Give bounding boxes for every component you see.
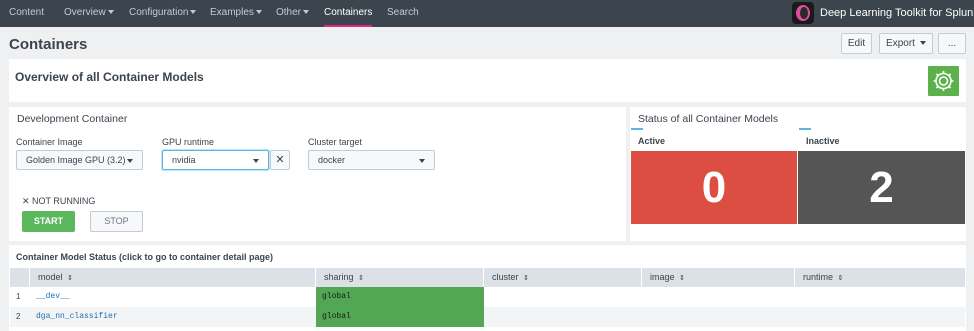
dev-panel-title: Development Container [17,113,128,125]
sort-icon: ⇕ [523,275,529,282]
active-count-value[interactable]: 0 [631,151,797,224]
edit-button[interactable]: Edit [841,33,872,54]
cluster-target-select[interactable]: docker [308,150,435,170]
nav-containers[interactable]: Containers [324,0,373,27]
nav-containers-label: Containers [324,7,373,18]
model-cell[interactable]: __dev__ [30,287,316,307]
container-image-value: Golden Image GPU (3.2) [26,155,126,165]
column-header-model[interactable]: model ⇕ [30,268,316,287]
inactive-label: Inactive [806,136,840,146]
column-header-runtime-label: runtime [803,272,834,282]
nav-other-label: Other [276,7,302,18]
nav-search-label: Search [387,7,419,18]
model-cell[interactable]: dga_nn_classifier [30,307,316,327]
sort-icon: ⇕ [67,275,73,282]
overview-panel: Overview of all Container Models [9,59,966,102]
sort-icon: ⇕ [358,275,364,282]
more-actions-label: ... [947,38,957,49]
gpu-runtime-value: nvidia [172,155,196,165]
column-header-sharing-label: sharing [324,272,354,282]
logo-shape-inner [800,7,808,19]
active-tab-indicator [324,25,373,27]
stop-button[interactable]: STOP [90,211,143,232]
column-header-model-label: model [38,272,63,282]
nav-configuration[interactable]: Configuration [129,0,197,27]
nav-content[interactable]: Content [9,0,44,27]
edit-button-label: Edit [847,38,866,49]
cluster-target-label: Cluster target [308,137,363,147]
app-logo[interactable] [792,2,814,24]
nav-search[interactable]: Search [387,0,419,27]
column-header-image-label: image [650,272,675,282]
settings-button[interactable] [928,66,959,96]
nav-overview-label: Overview [64,7,106,18]
nav-overview[interactable]: Overview [64,0,114,27]
gpu-runtime-select[interactable]: nvidia [162,150,269,170]
nav-content-label: Content [9,7,45,18]
row-number: 1 [16,292,21,301]
column-header-runtime[interactable]: runtime ⇕ [795,268,965,287]
cluster-target-value: docker [318,155,346,165]
active-indicator-line [631,128,643,130]
nav-other[interactable]: Other [276,0,310,27]
chevron-down-icon [127,159,133,163]
clear-icon[interactable]: ✕ [270,150,290,170]
active-label: Active [638,136,666,146]
gear-icon [933,71,954,91]
more-actions-button[interactable]: ... [938,33,966,54]
overview-title: Overview of all Container Models [15,70,204,84]
inactive-indicator-line [799,128,811,130]
nav-examples[interactable]: Examples [210,0,262,27]
column-header-cluster-label: cluster [492,272,519,282]
container-status-text: ✕ NOT RUNNING [22,196,96,206]
chevron-down-icon [253,159,259,163]
top-nav-bar: Content Overview Configuration Examples … [0,0,974,27]
column-header-image[interactable]: image ⇕ [642,268,795,287]
chevron-down-icon [107,10,114,14]
nav-examples-label: Examples [210,7,254,18]
chevron-down-icon [255,10,262,14]
start-button[interactable]: START [22,211,75,232]
sharing-cell[interactable]: global [316,287,484,307]
page-title: Containers [9,36,88,53]
chevron-down-icon [190,10,197,14]
column-header-sharing[interactable]: sharing ⇕ [316,268,484,287]
chevron-down-icon [303,10,310,14]
sort-icon: ⇕ [679,275,685,282]
container-image-select[interactable]: Golden Image GPU (3.2) [16,150,143,170]
gpu-runtime-label: GPU runtime [162,137,215,147]
nav-configuration-label: Configuration [129,7,189,18]
table-header-rownum [10,268,30,287]
status-panel-title: Status of all Container Models [638,113,779,125]
sort-icon: ⇕ [837,275,844,282]
export-button[interactable]: Export [879,33,933,54]
chevron-down-icon [419,159,425,163]
row-number: 2 [16,312,21,321]
column-header-cluster[interactable]: cluster ⇕ [484,268,642,287]
app-title[interactable]: Deep Learning Toolkit for Splunk [820,0,974,27]
inactive-count-value[interactable]: 2 [798,151,965,224]
container-image-label: Container Image [16,137,83,147]
sharing-cell[interactable]: global [316,307,484,327]
chevron-down-icon [919,41,926,45]
export-button-label: Export [886,38,915,49]
table-title: Container Model Status (click to go to c… [16,252,274,262]
